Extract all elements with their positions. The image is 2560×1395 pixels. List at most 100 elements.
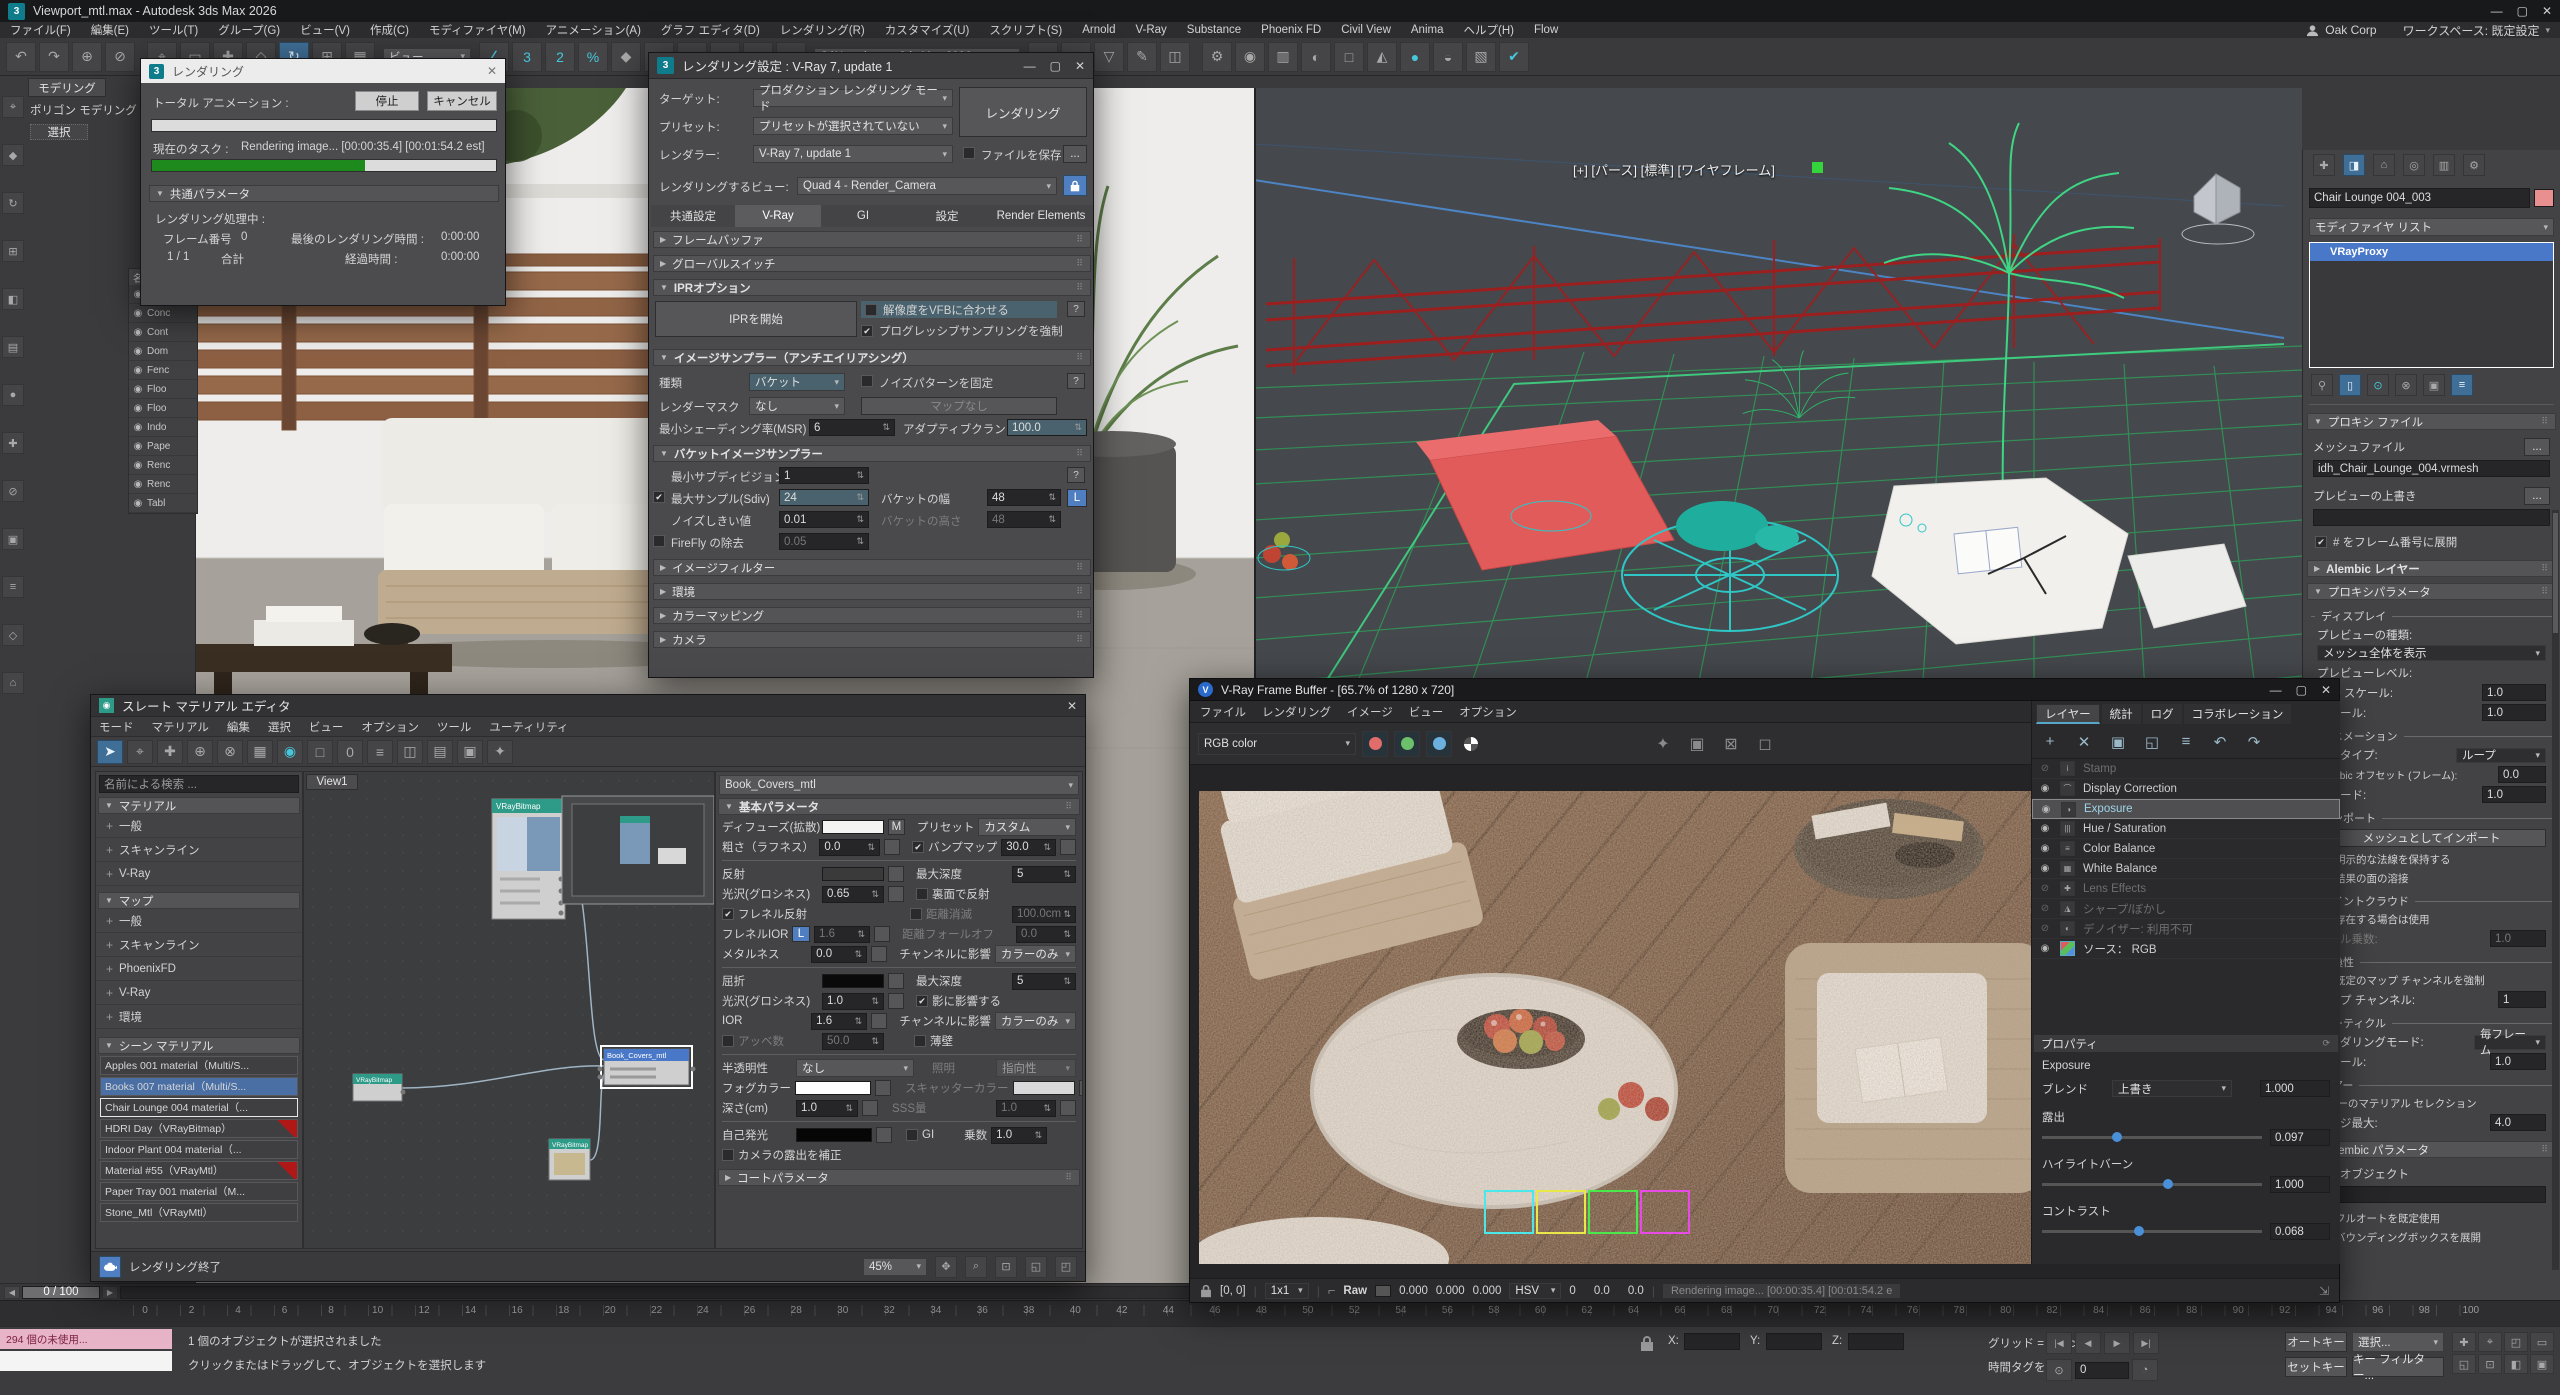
material-search-input[interactable]: 名前による検索 ... (99, 775, 299, 793)
menu-item[interactable]: スクリプト(S) (989, 22, 1062, 38)
max-samples-checkbox[interactable]: ✔ (653, 491, 665, 503)
map-group[interactable]: +PhoenixFD (96, 957, 302, 981)
selection-lock-icon[interactable] (1640, 1335, 1654, 1352)
material-editor-tool-icon[interactable]: ◫ (397, 740, 423, 764)
maxscript-listener-pink[interactable]: 294 個の未使用... (0, 1329, 172, 1349)
menu-item[interactable]: Civil View (1341, 24, 1391, 36)
gi-checkbox[interactable] (906, 1129, 918, 1141)
toolbar-icon[interactable]: ⊕ (72, 42, 102, 72)
materials-section[interactable]: ▼マテリアル (98, 797, 300, 814)
scene-materials-section[interactable]: ▼シーン マテリアル (98, 1037, 300, 1054)
fresnel-ior-map-button[interactable] (874, 926, 890, 942)
toolbar-icon[interactable]: ▧ (1466, 42, 1496, 72)
zoom-level-dropdown[interactable]: 45%▾ (863, 1258, 927, 1276)
material-editor-menu[interactable]: オプション (361, 719, 419, 735)
illumination-dropdown[interactable]: 指向性▾ (996, 1059, 1076, 1077)
ribbon-tab-modeling[interactable]: モデリング (28, 78, 106, 97)
workspace-selector[interactable]: ワークスペース: 既定設定 (2403, 22, 2540, 39)
toolbar-icon[interactable] (1193, 42, 1199, 72)
left-toolbar-icon[interactable]: ◧ (2, 288, 24, 310)
close-icon[interactable]: ✕ (1067, 699, 1077, 713)
close-icon[interactable]: ✕ (487, 64, 497, 78)
menu-item[interactable]: V-Ray (1135, 24, 1166, 36)
object-color-swatch[interactable] (2534, 189, 2554, 207)
force-progressive-checkbox[interactable]: ✔ (861, 325, 873, 337)
y-coordinate-field[interactable] (1766, 1333, 1822, 1350)
ribbon-tab-polygon-modeling[interactable]: ポリゴン モデリング (30, 102, 137, 118)
contrast-value[interactable]: 0.068 (2270, 1223, 2330, 1240)
next-frame-icon[interactable]: ▶ (102, 1286, 118, 1299)
rollout-environment[interactable]: ▶環境⠿ (653, 583, 1091, 600)
pixel-probe-icon[interactable] (1200, 1284, 1212, 1298)
material-editor-menu[interactable]: 選択 (268, 719, 291, 735)
sss-map-button[interactable] (1060, 1100, 1076, 1116)
menu-item[interactable]: ビュー(V) (300, 22, 350, 38)
command-panel-tab-icon[interactable]: ◨ (2343, 154, 2365, 176)
affect-shadows-checkbox[interactable]: ✔ (916, 995, 928, 1007)
highlight-burn-value[interactable]: 1.000 (2270, 1176, 2330, 1193)
roughness-map-button[interactable] (884, 839, 900, 855)
vfb-layer-row[interactable]: ⊘ i Stamp (2032, 759, 2340, 779)
material-editor-tool-icon[interactable]: ⌖ (127, 740, 153, 764)
explorer-row[interactable]: ◉ Fenc (129, 361, 197, 380)
toolbar-icon[interactable]: ▥ (1268, 42, 1298, 72)
save-file-checkbox[interactable] (963, 147, 975, 159)
vfb-layer-row[interactable]: ◉ ||| Hue / Saturation (2032, 819, 2340, 839)
render-button[interactable]: レンダリング (959, 87, 1087, 137)
save-file-browse-button[interactable]: ... (1063, 145, 1087, 163)
eye-icon[interactable]: ◉ (131, 498, 145, 509)
left-toolbar-icon[interactable]: ◆ (2, 144, 24, 166)
toolbar-icon[interactable]: ↶ (6, 42, 36, 72)
vfb-menu[interactable]: ビュー (1409, 704, 1444, 720)
scene-material-item[interactable]: Material #55（VRayMtl） (100, 1161, 298, 1180)
close-icon[interactable]: ✕ (2542, 4, 2552, 18)
toolbar-icon[interactable]: ● (1400, 42, 1430, 72)
target-dropdown[interactable]: プロダクション レンダリング モード▾ (753, 89, 953, 107)
menu-item[interactable]: ファイル(F) (10, 22, 71, 38)
vfb-layer-row[interactable]: ◉ ◑ Exposure (2032, 799, 2340, 819)
toolbar-icon[interactable]: ⚙ (1202, 42, 1232, 72)
eye-icon[interactable]: ◉ (131, 441, 145, 452)
map-group[interactable]: +一般 (96, 909, 302, 933)
viewport-nav-icon[interactable]: ⊡ (2478, 1354, 2502, 1374)
menu-item[interactable]: アニメーション(A) (546, 22, 641, 38)
vfb-tool-icon[interactable]: ◻ (1752, 731, 1778, 757)
scene-material-item[interactable]: Apples 001 material（Multi/S... (100, 1056, 298, 1075)
selection-set-dropdown[interactable]: 選択...▾ (2352, 1332, 2444, 1352)
distance-falloff-field[interactable]: 0.0⇅ (1016, 926, 1076, 943)
left-toolbar-icon[interactable]: ⊞ (2, 240, 24, 262)
map-channel-field[interactable]: 1 (2498, 991, 2546, 1008)
mask-map-button[interactable]: マップなし (861, 397, 1057, 415)
left-toolbar-icon[interactable]: ≡ (2, 576, 24, 598)
map-group[interactable]: +スキャンライン (96, 933, 302, 957)
bucket-height-field[interactable]: 48⇅ (987, 511, 1061, 528)
refraction-affect-channels-dropdown[interactable]: カラーのみ▾ (995, 1012, 1076, 1030)
help-button[interactable]: ? (1067, 373, 1085, 389)
expand-frame-checkbox[interactable]: ✔ (2315, 536, 2327, 548)
menu-item[interactable]: カスタマイズ(U) (885, 22, 970, 38)
eye-icon[interactable]: ◉ (131, 479, 145, 490)
red-channel-icon[interactable] (1362, 731, 1388, 757)
render-mode-dropdown[interactable]: 毎フレーム▾ (2474, 1035, 2546, 1050)
minimize-icon[interactable]: — (1024, 59, 1036, 73)
material-group[interactable]: +V-Ray (96, 862, 302, 886)
menu-item[interactable]: Anima (1411, 24, 1444, 36)
adaptive-clamp-field[interactable]: 100.0⇅ (1007, 419, 1087, 436)
toolbar-icon[interactable]: ↷ (39, 42, 69, 72)
parameter-material-dropdown[interactable]: Book_Covers_mtl▾ (719, 775, 1079, 795)
zoom-region-icon[interactable]: ⊡ (995, 1256, 1017, 1278)
rollout-alembic-params[interactable]: ▼Alembic パラメータ⠿ (2307, 1141, 2556, 1158)
exposure-slider[interactable] (2042, 1136, 2262, 1139)
speed-field[interactable]: 1.0 (2482, 786, 2546, 803)
vfb-layer-row[interactable]: ◉ ≡ Color Balance (2032, 839, 2340, 859)
eye-icon[interactable]: ◉ (131, 460, 145, 471)
green-channel-icon[interactable] (1394, 731, 1420, 757)
vfb-layer-row[interactable]: ⊘ ◐ デノイザー: 利用不可 (2032, 919, 2340, 939)
channel-dropdown[interactable]: RGB color▾ (1198, 733, 1356, 755)
toolbar-icon[interactable]: ◭ (1367, 42, 1397, 72)
lock-view-icon[interactable] (1063, 175, 1087, 196)
viewport-nav-icon[interactable]: ⌖ (2478, 1332, 2502, 1352)
material-editor-tool-icon[interactable]: 0 (337, 740, 363, 764)
glossiness-field[interactable]: 0.65⇅ (822, 886, 884, 903)
tab-gi[interactable]: GI (821, 205, 905, 227)
